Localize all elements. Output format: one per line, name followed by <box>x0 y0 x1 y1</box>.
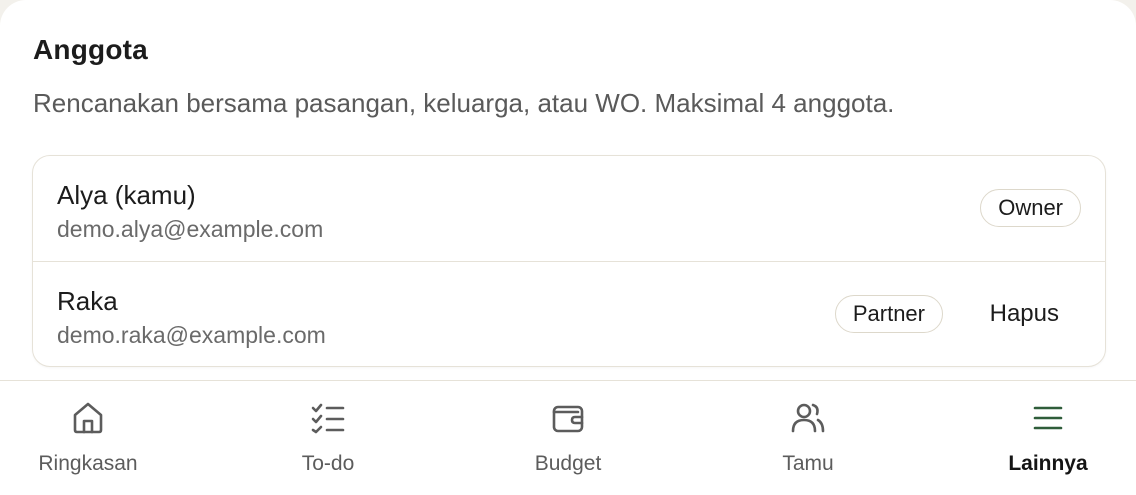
tab-ringkasan[interactable]: Ringkasan <box>0 381 198 495</box>
users-icon <box>791 403 825 433</box>
section-title: Anggota <box>33 34 148 65</box>
member-row: Raka demo.raka@example.com Partner Hapus <box>33 262 1105 366</box>
wallet-icon <box>552 405 584 433</box>
tab-label: Ringkasan <box>38 452 138 475</box>
tab-label: Lainnya <box>1008 452 1088 475</box>
member-row: Alya (kamu) demo.alya@example.com Owner <box>33 156 1105 261</box>
section-description: Rencanakan bersama pasangan, keluarga, a… <box>33 88 895 118</box>
tab-label: To-do <box>301 452 355 475</box>
member-name: Alya (kamu) <box>57 180 196 210</box>
tab-label: Budget <box>534 452 602 475</box>
tab-label: Tamu <box>782 452 834 475</box>
role-badge: Partner <box>834 295 943 333</box>
members-list: Alya (kamu) demo.alya@example.com Owner … <box>32 155 1106 367</box>
member-email: demo.raka@example.com <box>57 322 326 348</box>
menu-icon <box>1033 406 1063 430</box>
tab-todo[interactable]: To-do <box>218 381 438 495</box>
bottom-tab-bar: Ringkasan To-do Budget Tamu Lainnya <box>0 380 1136 495</box>
tab-tamu[interactable]: Tamu <box>698 381 918 495</box>
role-badge: Owner <box>980 189 1081 227</box>
tab-budget[interactable]: Budget <box>458 381 678 495</box>
remove-member-button[interactable]: Hapus <box>990 300 1059 328</box>
member-name: Raka <box>57 286 118 316</box>
checklist-icon <box>311 403 345 434</box>
tab-lainnya[interactable]: Lainnya <box>938 381 1136 495</box>
member-email: demo.alya@example.com <box>57 216 324 242</box>
home-icon <box>73 402 103 434</box>
